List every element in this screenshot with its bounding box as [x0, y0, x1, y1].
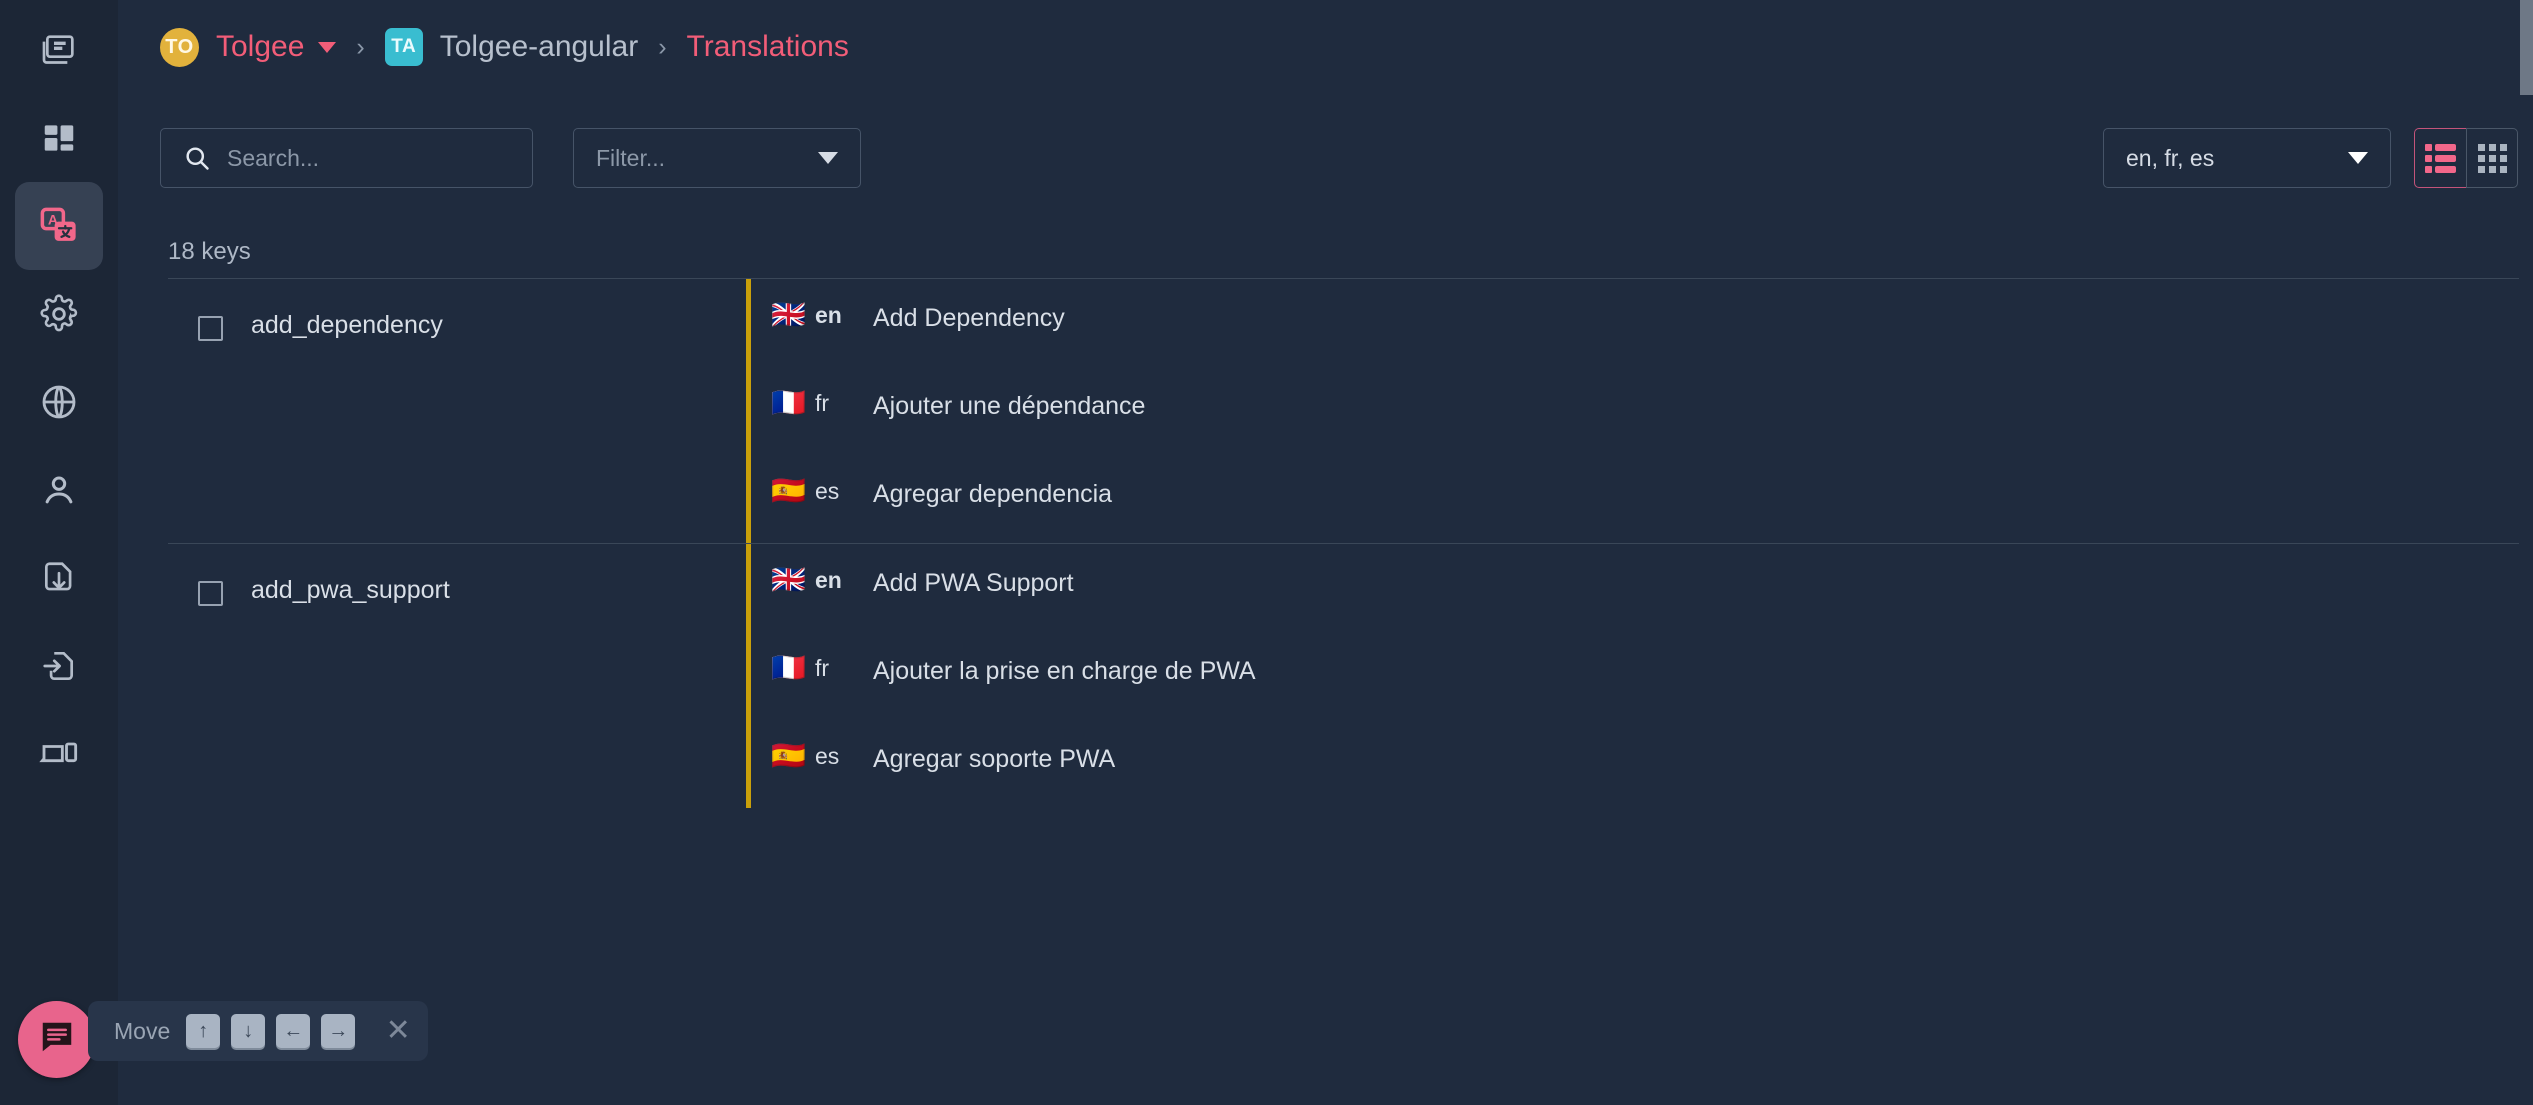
filter-label: Filter...	[596, 144, 666, 171]
import-file-icon	[40, 559, 78, 597]
translations-icon: A	[38, 205, 80, 247]
key-cell: add_dependency	[168, 279, 746, 543]
translations-table: add_dependency 🇬🇧 en Add Dependency 🇫🇷 fr Ajou…	[168, 278, 2519, 808]
keys-count: 18 keys	[168, 238, 251, 265]
translation-row[interactable]: 🇬🇧 en Add Dependency	[751, 279, 2519, 367]
language-code: en	[815, 301, 842, 328]
integrate-devices-icon	[39, 734, 79, 774]
breadcrumb-separator-2: ›	[658, 32, 667, 61]
page-scrollbar-thumb[interactable]	[2520, 0, 2533, 95]
move-label: Move	[114, 1017, 171, 1044]
key-name[interactable]: add_pwa_support	[251, 570, 450, 610]
sidebar-item-export[interactable]	[15, 622, 103, 710]
table-row[interactable]: add_pwa_support 🇬🇧 en Add PWA Support 🇫🇷 fr Aj…	[168, 544, 2519, 808]
breadcrumb-project[interactable]: Tolgee-angular	[440, 30, 638, 64]
flag-icon: 🇪🇸	[771, 475, 806, 506]
view-list-button[interactable]	[2414, 128, 2466, 188]
export-file-icon	[40, 647, 78, 685]
translation-text[interactable]: Ajouter une dépendance	[873, 389, 1145, 422]
support-chat-button[interactable]	[18, 1001, 95, 1078]
sidebar-item-dashboard[interactable]	[15, 94, 103, 182]
language-label: 🇫🇷 fr	[751, 389, 873, 417]
app-root: A TO Tolgee › TA Tolgee-angular › Transl…	[0, 0, 2533, 1105]
languages-globe-icon	[39, 382, 79, 422]
chevron-down-icon	[818, 152, 838, 164]
view-grid-button[interactable]	[2466, 128, 2518, 188]
key-cell: add_pwa_support	[168, 544, 746, 808]
row-select-checkbox[interactable]	[198, 581, 223, 606]
flag-icon: 🇬🇧	[771, 564, 806, 595]
search-icon	[183, 144, 211, 172]
flag-icon: 🇬🇧	[771, 299, 806, 330]
language-select-value: en, fr, es	[2126, 144, 2215, 171]
dashboard-icon	[40, 119, 78, 157]
translation-row[interactable]: 🇪🇸 es Agregar soporte PWA	[751, 720, 2519, 808]
breadcrumb-organization[interactable]: Tolgee	[216, 30, 304, 64]
translation-text[interactable]: Agregar dependencia	[873, 477, 1112, 510]
chevron-down-icon	[2348, 152, 2368, 164]
close-icon[interactable]: ✕	[382, 1015, 414, 1047]
sidebar-item-import[interactable]	[15, 534, 103, 622]
arrow-right-key-icon[interactable]: →	[321, 1014, 356, 1048]
language-code: en	[815, 566, 842, 593]
flag-icon: 🇫🇷	[771, 387, 806, 418]
chat-bubble-icon	[38, 1018, 76, 1061]
language-code: es	[815, 477, 840, 504]
translations-toolbar: Filter... en, fr, es + ADD	[160, 128, 2533, 188]
flag-icon: 🇪🇸	[771, 740, 806, 771]
sidebar-item-integrate[interactable]	[15, 710, 103, 798]
translation-row[interactable]: 🇬🇧 en Add PWA Support	[751, 544, 2519, 632]
translation-row[interactable]: 🇪🇸 es Agregar dependencia	[751, 455, 2519, 543]
breadcrumb-page[interactable]: Translations	[687, 30, 849, 64]
page-scrollbar-track[interactable]	[2520, 0, 2533, 1105]
breadcrumb-separator-1: ›	[356, 32, 365, 61]
view-mode-toggle	[2414, 128, 2518, 188]
arrow-up-key-icon[interactable]: ↑	[186, 1014, 221, 1048]
arrow-down-key-icon[interactable]: ↓	[231, 1014, 266, 1048]
sidebar-item-settings[interactable]	[15, 270, 103, 358]
table-row[interactable]: add_dependency 🇬🇧 en Add Dependency 🇫🇷 fr Ajou…	[168, 279, 2519, 543]
key-name[interactable]: add_dependency	[251, 305, 443, 345]
translation-text[interactable]: Add PWA Support	[873, 566, 1074, 599]
left-sidebar-rail: A	[0, 0, 118, 1105]
translations-cell: 🇬🇧 en Add Dependency 🇫🇷 fr Ajouter une dépend…	[746, 279, 2519, 543]
sidebar-item-projects[interactable]	[15, 6, 103, 94]
sidebar-item-translations[interactable]: A	[15, 182, 103, 270]
project-avatar[interactable]: TA	[384, 28, 423, 66]
search-box[interactable]	[160, 128, 533, 188]
settings-gear-icon	[39, 294, 79, 334]
row-select-checkbox[interactable]	[198, 316, 223, 341]
arrow-left-key-icon[interactable]: ←	[276, 1014, 311, 1048]
grid-view-icon	[2477, 143, 2507, 173]
translation-text[interactable]: Add Dependency	[873, 301, 1065, 334]
language-label: 🇪🇸 es	[751, 742, 873, 770]
language-label: 🇪🇸 es	[751, 477, 873, 505]
chevron-down-icon[interactable]	[318, 41, 337, 53]
translation-text[interactable]: Ajouter la prise en charge de PWA	[873, 654, 1256, 687]
flag-icon: 🇫🇷	[771, 652, 806, 683]
language-select[interactable]: en, fr, es	[2103, 128, 2391, 188]
sidebar-item-languages[interactable]	[15, 358, 103, 446]
translations-cell: 🇬🇧 en Add PWA Support 🇫🇷 fr Ajouter la prise …	[746, 544, 2519, 808]
filter-select[interactable]: Filter...	[573, 128, 861, 188]
language-code: fr	[815, 654, 830, 681]
language-label: 🇬🇧 en	[751, 566, 873, 594]
language-label: 🇫🇷 fr	[751, 654, 873, 682]
members-person-icon	[40, 471, 78, 509]
list-view-icon	[2425, 143, 2456, 173]
language-code: es	[815, 742, 840, 769]
organization-avatar[interactable]: TO	[160, 27, 199, 67]
breadcrumb: TO Tolgee › TA Tolgee-angular › Translat…	[160, 20, 849, 74]
translation-text[interactable]: Agregar soporte PWA	[873, 742, 1115, 775]
translation-row[interactable]: 🇫🇷 fr Ajouter la prise en charge de PWA	[751, 632, 2519, 720]
move-hint-bar: Move ↑ ↓ ← → ✕	[88, 1001, 429, 1061]
language-code: fr	[815, 389, 830, 416]
translation-row[interactable]: 🇫🇷 fr Ajouter une dépendance	[751, 367, 2519, 455]
language-label: 🇬🇧 en	[751, 301, 873, 329]
projects-icon	[39, 30, 79, 70]
sidebar-item-members[interactable]	[15, 446, 103, 534]
search-input[interactable]	[227, 144, 497, 172]
